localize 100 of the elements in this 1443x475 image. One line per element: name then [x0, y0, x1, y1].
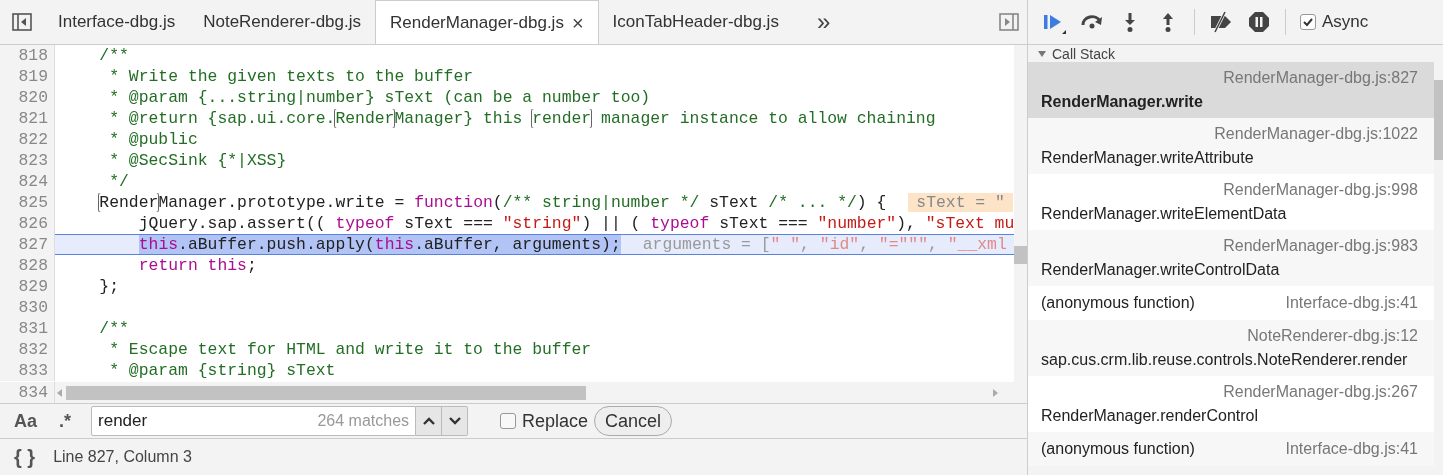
- call-frame[interactable]: RenderManager-dbg.js:998 RenderManager.writeElementData: [1028, 174, 1434, 230]
- function-name: (anonymous function): [1041, 439, 1195, 459]
- call-frame[interactable]: (anonymous function) Interface-dbg.js:41: [1028, 286, 1434, 320]
- call-frame[interactable]: RenderManager-dbg.js:827 RenderManager.write: [1028, 62, 1434, 118]
- file-tab[interactable]: IconTabHeader-dbg.js: [598, 0, 793, 44]
- scroll-right-icon[interactable]: [992, 388, 998, 397]
- code-token: manager instance to allow chaining: [601, 109, 936, 128]
- vertical-scrollbar[interactable]: [1014, 45, 1027, 403]
- more-tabs-button[interactable]: »: [816, 0, 831, 44]
- frame-location: RenderManager-dbg.js:1022: [1214, 124, 1418, 144]
- frame-location: RenderManager-dbg.js:827: [1223, 68, 1418, 88]
- inline-hint: "id": [819, 235, 860, 254]
- inline-hint: " ": [770, 235, 801, 254]
- cancel-button[interactable]: Cancel: [594, 406, 673, 436]
- sidebar-toggle-icon[interactable]: [10, 10, 34, 34]
- close-icon[interactable]: ×: [571, 7, 584, 38]
- call-frame[interactable]: (anonymous function) Interface-dbg.js:41: [1028, 432, 1434, 466]
- next-match-button[interactable]: [442, 406, 469, 436]
- frame-location: Interface-dbg.js:41: [1285, 293, 1418, 313]
- regex-toggle[interactable]: .*: [59, 407, 72, 435]
- code-token: return this: [138, 256, 247, 275]
- line-number: 833: [0, 360, 55, 381]
- async-label: Async: [1322, 11, 1369, 34]
- scrollbar-thumb[interactable]: [66, 385, 586, 400]
- tab-label: Interface-dbg.js: [58, 11, 176, 34]
- function-name: (anonymous function): [1041, 293, 1195, 313]
- code-token: (: [492, 193, 503, 212]
- file-tab[interactable]: RenderManager-dbg.js ×: [375, 0, 599, 44]
- code-token: /**: [99, 319, 129, 338]
- horizontal-scrollbar[interactable]: [55, 382, 1014, 403]
- section-title[interactable]: Call Stack: [1052, 45, 1116, 62]
- match-case-toggle[interactable]: Aa: [14, 407, 37, 435]
- scroll-left-icon[interactable]: [57, 388, 63, 397]
- match-count: 264 matches: [317, 411, 410, 431]
- code-token: };: [99, 277, 120, 296]
- code-token: * Escape text for HTML and write it to the buffer: [109, 340, 592, 359]
- code-token: .aBuffer, arguments);: [414, 235, 621, 254]
- pause-icon[interactable]: [1247, 10, 1271, 34]
- code-token: * @SecSink {*|XSS}: [109, 151, 287, 170]
- tab-label: IconTabHeader-dbg.js: [612, 11, 779, 34]
- search-query: render: [98, 410, 149, 433]
- inline-hint: "__xml: [947, 235, 1007, 254]
- code-token: ) || (: [581, 214, 642, 233]
- line-number: 821: [0, 108, 55, 129]
- line-number: 822: [0, 129, 55, 150]
- line-number: 834: [0, 382, 55, 403]
- pretty-print-button[interactable]: { }: [14, 442, 36, 472]
- call-frame[interactable]: NoteRenderer-dbg.js:12 sap.cus.crm.lib.reuse.controls.NoteRenderer.render: [1028, 320, 1434, 376]
- replace-label: Replace: [522, 409, 589, 433]
- code-token: typeof: [650, 214, 710, 233]
- file-tab[interactable]: Interface-dbg.js: [44, 0, 190, 44]
- chevron-up-icon: [422, 417, 435, 425]
- function-name: sap.cus.crm.lib.reuse.controls.NoteRenderer.render: [1041, 350, 1409, 370]
- code-token: "sText mu: [925, 214, 1014, 233]
- code-token: /** string|number */: [502, 193, 700, 212]
- code-token: */: [109, 172, 129, 191]
- line-number: 830: [0, 297, 55, 318]
- function-name: RenderManager.writeAttribute: [1041, 148, 1255, 168]
- collapse-triangle-icon[interactable]: [1038, 50, 1046, 57]
- previous-match-button[interactable]: [416, 406, 443, 436]
- breakpoints-off-icon[interactable]: [1209, 10, 1233, 34]
- call-frame[interactable]: RenderManager-dbg.js:983 RenderManager.writeControlData: [1028, 230, 1434, 286]
- function-name: RenderManager.renderControl: [1041, 406, 1259, 426]
- inline-hint: "=""": [878, 235, 929, 254]
- code-token: * @param {...string|number} sText (can be a number too): [109, 88, 651, 107]
- code-token: typeof: [335, 214, 395, 233]
- frame-location: RenderManager-dbg.js:267: [1223, 382, 1418, 402]
- code-token: sText: [709, 193, 760, 212]
- code-token: /* ... */: [768, 193, 857, 212]
- code-token: sText ===: [404, 214, 494, 233]
- search-match: render: [532, 109, 592, 128]
- line-number: 829: [0, 276, 55, 297]
- search-field[interactable]: render 264 matches: [91, 406, 417, 436]
- inline-hint: ,: [800, 235, 811, 254]
- inline-hint: ,: [859, 235, 870, 254]
- code-token: Manager.prototype.write =: [158, 193, 406, 212]
- line-number: 824: [0, 171, 55, 192]
- code-token: ),: [896, 214, 917, 233]
- scrollbar-thumb[interactable]: [1014, 246, 1027, 264]
- call-frame[interactable]: RenderManager-dbg.js:267 RenderManager.renderControl: [1028, 376, 1434, 432]
- async-checkbox[interactable]: [1300, 14, 1316, 30]
- line-number: 825: [0, 192, 55, 213]
- code-token: this: [138, 235, 179, 254]
- frame-location: NoteRenderer-dbg.js:12: [1247, 326, 1418, 346]
- line-number: 828: [0, 255, 55, 276]
- code-token: * Write the given texts to the buffer: [109, 67, 474, 86]
- line-number: 820: [0, 87, 55, 108]
- frame-location: RenderManager-dbg.js:983: [1223, 236, 1418, 256]
- function-name: RenderManager.writeControlData: [1041, 260, 1281, 280]
- sidebar-toggle-icon[interactable]: [997, 10, 1021, 34]
- scrollbar-thumb[interactable]: [1434, 80, 1443, 160]
- code-token: .aBuffer.push.apply(: [178, 235, 375, 254]
- function-name: RenderManager.write: [1041, 92, 1204, 112]
- code-token: function: [414, 193, 493, 212]
- call-frame[interactable]: RenderManager-dbg.js:1022 RenderManager.writeAttribute: [1028, 118, 1434, 174]
- chevron-down-icon: [448, 417, 461, 425]
- inline-value: sText = ": [908, 193, 1013, 212]
- line-number: 832: [0, 339, 55, 360]
- file-tab[interactable]: NoteRenderer-dbg.js: [189, 0, 375, 44]
- replace-checkbox[interactable]: [500, 413, 517, 429]
